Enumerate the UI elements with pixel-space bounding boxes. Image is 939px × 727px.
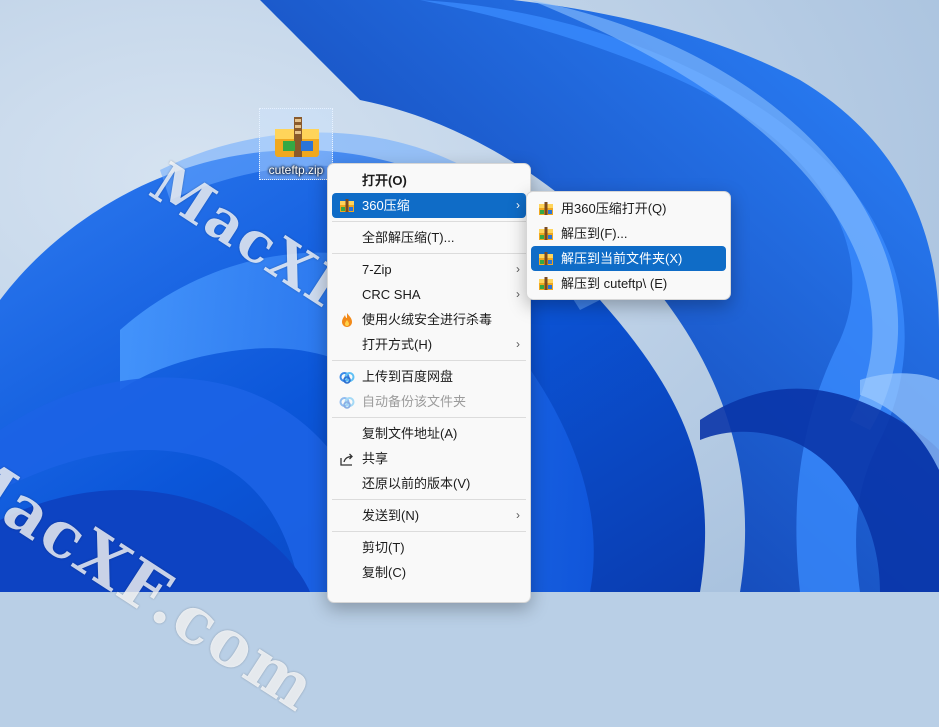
submenu-item-extract-here[interactable]: 解压到当前文件夹(X) [531,246,726,271]
menu-item-huorong-scan[interactable]: 使用火绒安全进行杀毒 [332,307,526,332]
menu-item-open-with[interactable]: 打开方式(H) › [332,332,526,357]
menu-item-label: 自动备份该文件夹 [362,394,467,409]
baidu-netdisk-icon [339,397,355,409]
menu-item-auto-backup[interactable]: 自动备份该文件夹 [332,389,526,414]
submenu-item-extract-to[interactable]: 解压到(F)... [531,221,726,246]
menu-item-label: 7-Zip [362,262,392,277]
submenu-item-open-with-360[interactable]: 用360压缩打开(Q) [531,196,726,221]
menu-item-label: 上传到百度网盘 [362,369,454,384]
menu-separator [332,417,526,418]
menu-item-360-compress[interactable]: 360压缩 › [332,193,526,218]
menu-item-label: 全部解压缩(T)... [362,230,455,245]
360zip-icon [539,252,553,265]
menu-separator [332,221,526,222]
menu-item-share[interactable]: 共享 [332,446,526,471]
menu-item-label: 还原以前的版本(V) [362,476,471,491]
360zip-icon [539,277,553,290]
menu-item-label: 解压到当前文件夹(X) [561,251,683,266]
submenu-360: 用360压缩打开(Q) 解压到(F)... 解压到当前文件夹(X) 解压到 cu… [526,191,731,300]
zip-archive-icon [275,117,319,157]
360zip-icon [539,227,553,240]
menu-item-restore-versions[interactable]: 还原以前的版本(V) [332,471,526,496]
menu-item-extract-all[interactable]: 全部解压缩(T)... [332,225,526,250]
chevron-right-icon: › [516,508,520,522]
menu-item-open[interactable]: 打开(O) [332,168,526,193]
chevron-right-icon: › [516,337,520,351]
menu-item-crc-sha[interactable]: CRC SHA › [332,282,526,307]
chevron-right-icon: › [516,198,520,212]
menu-item-copy[interactable]: 复制(C) [332,560,526,585]
menu-item-label: 共享 [362,451,389,466]
menu-item-label: 使用火绒安全进行杀毒 [362,312,493,327]
menu-item-label: 解压到(F)... [561,226,628,241]
menu-item-cut[interactable]: 剪切(T) [332,535,526,560]
menu-separator [332,360,526,361]
desktop-file-label: cuteftp.zip [268,163,324,177]
menu-separator [332,499,526,500]
huorong-flame-icon [342,313,352,327]
menu-item-label: 打开(O) [362,173,407,188]
menu-item-7zip[interactable]: 7-Zip › [332,257,526,282]
menu-item-label: 解压到 cuteftp\ (E) [561,276,668,291]
share-icon [340,453,353,466]
submenu-item-extract-to-folder[interactable]: 解压到 cuteftp\ (E) [531,271,726,296]
menu-item-label: 复制文件地址(A) [362,426,458,441]
menu-item-label: CRC SHA [362,287,421,302]
360zip-icon [340,199,354,212]
desktop-file-icon[interactable]: cuteftp.zip [259,108,333,180]
menu-item-label: 用360压缩打开(Q) [561,201,667,216]
menu-item-upload-baidu[interactable]: 上传到百度网盘 [332,364,526,389]
menu-item-label: 复制(C) [362,565,407,580]
menu-separator [332,253,526,254]
menu-item-label: 发送到(N) [362,508,420,523]
menu-item-label: 360压缩 [362,198,410,213]
menu-separator [332,531,526,532]
menu-item-label: 剪切(T) [362,540,405,555]
context-menu: 打开(O) 360压缩 › 全部解压缩(T)... 7-Zip › CRC SH… [327,163,531,603]
menu-item-send-to[interactable]: 发送到(N) › [332,503,526,528]
baidu-netdisk-icon [339,372,355,384]
menu-item-copy-path[interactable]: 复制文件地址(A) [332,421,526,446]
chevron-right-icon: › [516,262,520,276]
chevron-right-icon: › [516,287,520,301]
360zip-icon [539,202,553,215]
menu-item-label: 打开方式(H) [362,337,433,352]
